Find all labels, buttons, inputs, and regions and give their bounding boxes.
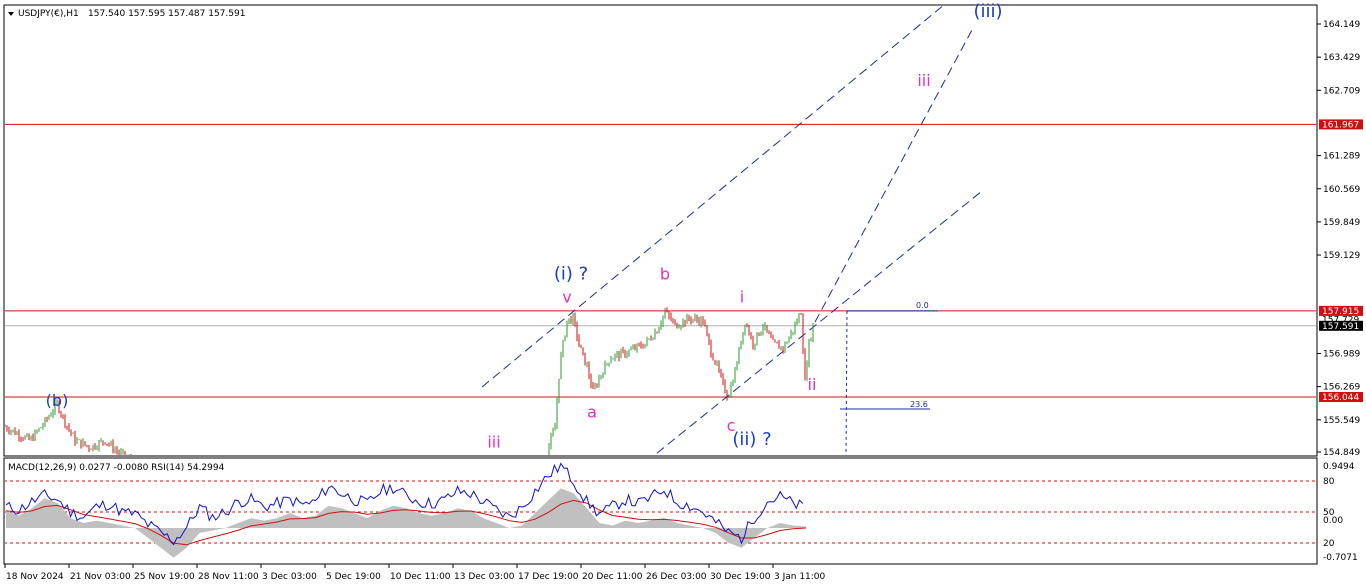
symbol-label: USDJPY(€),H1 <box>18 9 79 19</box>
x-tick-label: 18 Nov 2024 <box>6 572 64 582</box>
indicator-tick-label: 20 <box>1323 539 1335 549</box>
fib-label: 23.6 <box>910 400 928 409</box>
x-tick-label: 3 Jan 11:00 <box>774 572 826 582</box>
x-tick-label: 17 Dec 19:00 <box>518 572 579 582</box>
wave-label: iii <box>917 71 930 90</box>
y-tick-label: 159.849 <box>1323 218 1360 228</box>
y-tick-label: 155.549 <box>1323 416 1360 426</box>
price-tag-text: 156.044 <box>1322 393 1359 403</box>
fib-label: 0.0 <box>916 301 929 310</box>
wave-label: a <box>587 402 597 421</box>
x-tick-label: 30 Dec 19:00 <box>710 572 771 582</box>
y-tick-label: 156.989 <box>1323 350 1360 360</box>
wave-label: iii <box>487 432 500 451</box>
y-tick-label: 156.269 <box>1323 383 1360 393</box>
price-tag-text: 161.967 <box>1322 120 1359 130</box>
main-plot-frame <box>3 4 1318 457</box>
x-tick-label: 20 Dec 11:00 <box>582 572 643 582</box>
x-tick-label: 21 Nov 03:00 <box>70 572 131 582</box>
y-tick-label: 154.849 <box>1323 448 1360 458</box>
x-tick-label: 26 Dec 03:00 <box>646 572 707 582</box>
price-tag-text: 157.915 <box>1322 307 1359 317</box>
indicator-header: MACD(12,26,9) 0.0277 -0.0080 RSI(14) 54.… <box>8 463 225 473</box>
wave-label: (ii) ? <box>732 429 771 450</box>
ohlc-values: 157.540 157.595 157.487 157.591 <box>88 9 245 19</box>
price-tag-text: 157.591 <box>1322 322 1359 332</box>
wave-label: (i) ? <box>554 263 588 284</box>
chart-canvas[interactable]: 0.0 23.6 164.149 163.429 162.709 161.289 160.… <box>0 0 1366 588</box>
x-tick-label: 5 Dec 19:00 <box>326 572 381 582</box>
indicator-tick-label: 0.00 <box>1323 516 1343 526</box>
wave-label: (b) <box>46 391 69 410</box>
x-tick-label: 3 Dec 03:00 <box>262 572 317 582</box>
y-tick-label: 161.289 <box>1323 152 1360 162</box>
wave-label: b <box>660 264 670 283</box>
indicator-tick-label: 80 <box>1323 477 1335 487</box>
wave-label: ii <box>808 375 817 394</box>
wave-label: v <box>562 287 571 306</box>
y-tick-label: 163.429 <box>1323 53 1360 63</box>
x-tick-label: 10 Dec 11:00 <box>390 572 451 582</box>
x-tick-label: 28 Nov 11:00 <box>198 572 259 582</box>
y-tick-label: 159.129 <box>1323 251 1360 261</box>
wave-label: (iii) <box>973 1 1002 22</box>
y-tick-label: 160.569 <box>1323 185 1360 195</box>
indicator-plot-frame <box>3 457 1318 565</box>
y-tick-label: 164.149 <box>1323 20 1360 30</box>
wave-label: i <box>740 287 744 306</box>
x-tick-label: 13 Dec 03:00 <box>454 572 515 582</box>
indicator-tick-label: 0.9494 <box>1323 462 1355 472</box>
y-tick-label: 162.709 <box>1323 86 1360 96</box>
indicator-tick-label: -0.7071 <box>1323 553 1358 563</box>
x-tick-label: 25 Nov 19:00 <box>134 572 195 582</box>
symbol-header: USDJPY(€),H1 157.540 157.595 157.487 157… <box>8 9 245 19</box>
